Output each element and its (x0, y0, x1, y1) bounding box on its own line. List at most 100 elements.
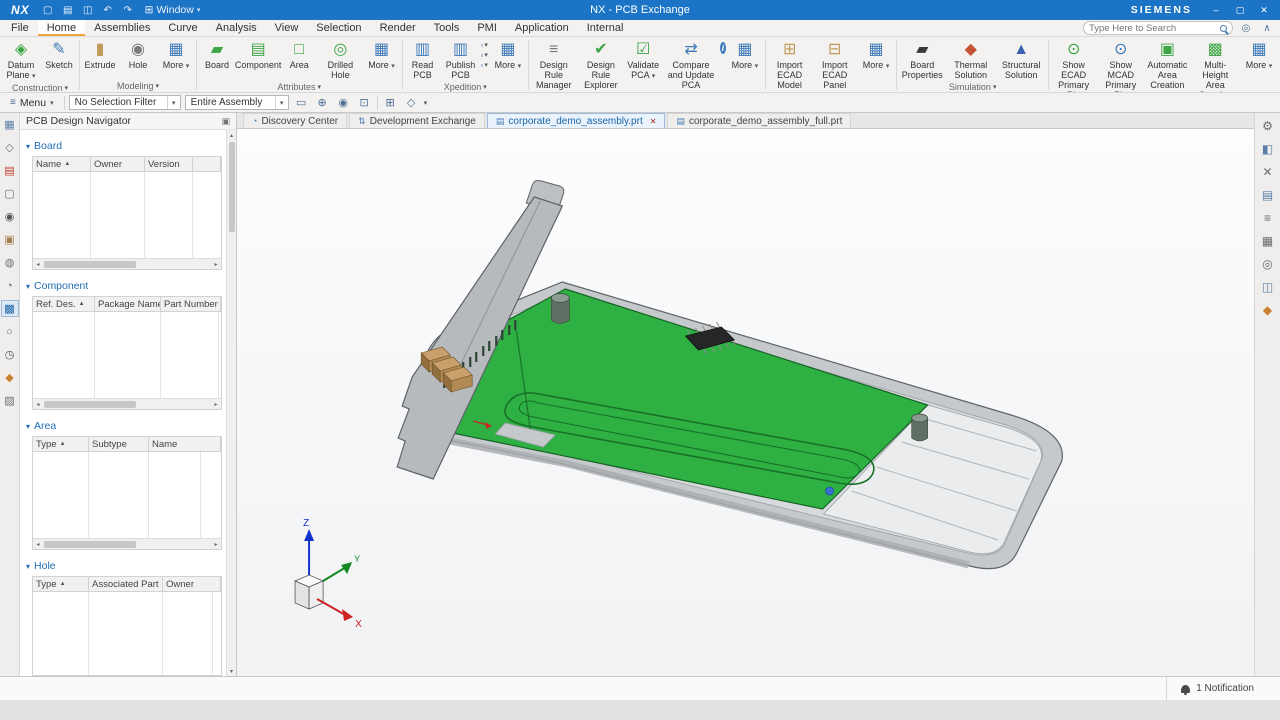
snap-center-icon[interactable]: ◉ (335, 95, 352, 111)
redo-icon[interactable]: ↷ (119, 2, 137, 18)
compare-update-pca-button[interactable]: ⇄ Compare and Update PCA (662, 38, 720, 91)
scroll-right-icon[interactable]: ▸ (211, 401, 221, 408)
design-rule-manager-button[interactable]: ≡ Design Rule Manager (530, 38, 578, 91)
read-pcb-button[interactable]: ▥ Read PCB (404, 38, 442, 81)
grid-icon[interactable]: ▦ (1259, 233, 1277, 249)
attributes-more-button[interactable]: ▦ More ▾ (363, 38, 401, 73)
tab-selection[interactable]: Selection (307, 20, 370, 36)
design-rule-explorer-button[interactable]: ✔ Design Rule Explorer (578, 38, 625, 91)
search-icon[interactable] (1220, 25, 1227, 32)
board-properties-button[interactable]: ▰ Board Properties (898, 38, 946, 81)
validate-pca-button[interactable]: ☑ Validate PCA ▾ (624, 38, 662, 83)
tab-view[interactable]: View (266, 20, 308, 36)
column-header[interactable]: Name▲ (33, 157, 91, 171)
component-section-header[interactable]: ▾ Component (20, 278, 226, 294)
column-header[interactable]: Owner (163, 577, 221, 591)
valor-more-button[interactable]: ▦ More ▾ (857, 38, 895, 73)
close-icon[interactable]: ✕ (1259, 164, 1277, 180)
tab-discovery-center[interactable]: ◔ Discovery Center (243, 113, 347, 128)
tab-corporate-demo-assembly-full[interactable]: ▤ corporate_demo_assembly_full.prt (667, 113, 851, 128)
select-rectangle-icon[interactable]: ▭ (293, 95, 310, 111)
tab-development-exchange[interactable]: ⇅ Development Exchange (349, 113, 485, 128)
scroll-right-icon[interactable]: ▸ (211, 541, 221, 548)
minimize-ribbon-icon[interactable]: ∧ (1259, 21, 1275, 35)
show-mcad-primary-pin-button[interactable]: ⊙ Show MCAD Primary Pin (1097, 38, 1144, 93)
target-icon[interactable]: ◎ (1259, 256, 1277, 272)
column-header[interactable]: Subtype (89, 437, 149, 451)
board-button[interactable]: ▰ Board (198, 38, 236, 71)
column-header[interactable]: Version (145, 157, 193, 171)
column-header[interactable]: Type▲ (33, 577, 89, 591)
scroll-left-icon[interactable]: ◂ (33, 401, 43, 408)
board-section-header[interactable]: ▾ Board (20, 138, 226, 154)
close-tab-icon[interactable]: ✕ (650, 117, 657, 126)
maximize-button[interactable]: ▢ (1228, 1, 1252, 19)
publish-pcb-button[interactable]: ▥ Publish PCB (442, 38, 480, 81)
paint-icon[interactable]: ◆ (1259, 302, 1277, 318)
ribbon-group-label-simulation[interactable]: Simulation▾ (898, 81, 1047, 92)
tab-corporate-demo-assembly[interactable]: ▤ corporate_demo_assembly.prt ✕ (487, 113, 666, 128)
selection-scope-dropdown[interactable]: Entire Assembly ▾ (185, 95, 289, 110)
roles-icon[interactable]: ◆ (2, 370, 18, 385)
sketch-button[interactable]: ✎ Sketch (40, 38, 78, 71)
window-menu-button[interactable]: ⊞ Window ▾ (139, 4, 207, 16)
scroll-left-icon[interactable]: ◂ (33, 261, 43, 268)
scrollbar-thumb[interactable] (44, 261, 136, 268)
tab-tools[interactable]: Tools (425, 20, 469, 36)
menu-button[interactable]: ≡ Menu ▾ (4, 95, 60, 111)
structural-solution-button[interactable]: ▲ Structural Solution (995, 38, 1047, 81)
tab-curve[interactable]: Curve (159, 20, 206, 36)
web-browser-icon[interactable]: ◍ (2, 255, 18, 270)
column-header[interactable]: Associated Part (89, 577, 163, 591)
column-header[interactable]: Owner (91, 157, 145, 171)
horizontal-scrollbar[interactable]: ◂ ▸ (33, 538, 221, 549)
process-studio-icon[interactable]: ○ (2, 324, 18, 339)
chevron-down-icon[interactable]: ▾ (424, 99, 428, 107)
tab-analysis[interactable]: Analysis (207, 20, 266, 36)
component-button[interactable]: ▤ Component (236, 38, 280, 71)
column-header[interactable]: Type▲ (33, 437, 89, 451)
scrollbar-thumb[interactable] (229, 142, 235, 232)
3d-model-canvas[interactable]: Z Y X (237, 129, 1254, 676)
scrollbar-thumb[interactable] (44, 401, 136, 408)
close-button[interactable]: ✕ (1252, 1, 1276, 19)
tab-internal[interactable]: Internal (578, 20, 633, 36)
history-icon[interactable]: ◔ (2, 278, 18, 293)
reuse-library-icon[interactable]: ▢ (2, 186, 18, 201)
datum-plane-button[interactable]: ◈ Datum Plane ▾ (2, 38, 40, 83)
snap-grid-icon[interactable]: ⊞ (382, 95, 399, 111)
selection-filter-dropdown[interactable]: No Selection Filter ▾ (69, 95, 181, 110)
box-icon[interactable]: ◫ (1259, 279, 1277, 295)
xpedition-mini-button-2[interactable]: ▫▾ (481, 51, 488, 60)
scroll-down-icon[interactable]: ▾ (230, 666, 233, 676)
column-header[interactable]: Package Name (95, 297, 161, 311)
hd3d-tools-icon[interactable]: ▣ (2, 232, 18, 247)
bell-icon[interactable]: ◉ (2, 209, 18, 224)
gear-icon[interactable]: ⚙ (1259, 118, 1277, 134)
part-navigator-icon[interactable]: ▤ (2, 163, 18, 178)
area-button[interactable]: □ Area (280, 38, 318, 71)
command-finder-icon[interactable]: ◎ (1238, 21, 1254, 35)
tools-more-button[interactable]: ▦ More ▾ (1240, 38, 1278, 73)
3d-viewport[interactable]: Z Y X (237, 129, 1254, 676)
xpedition-more-button[interactable]: ▦ More ▾ (489, 38, 527, 73)
pcb-design-navigator-icon[interactable]: ▩ (2, 301, 18, 316)
assembly-navigator-icon[interactable]: ▦ (2, 117, 18, 132)
automatic-area-creation-button[interactable]: ▣ Automatic Area Creation (1144, 38, 1190, 91)
undo-icon[interactable]: ↶ (99, 2, 117, 18)
tab-home[interactable]: Home (38, 20, 85, 36)
tab-application[interactable]: Application (506, 20, 578, 36)
system-visualization-icon[interactable]: ▨ (2, 393, 18, 408)
scroll-right-icon[interactable]: ▸ (211, 261, 221, 268)
scrollbar-thumb[interactable] (44, 541, 136, 548)
ribbon-group-label-attributes[interactable]: Attributes▾ (198, 81, 401, 92)
column-header[interactable]: Part Number (161, 297, 221, 311)
snap-midpoint-icon[interactable]: ⊡ (356, 95, 373, 111)
column-header[interactable]: Name (149, 437, 221, 451)
ribbon-group-label-construction[interactable]: Construction▾ (2, 83, 78, 93)
notification-button[interactable]: 1 Notification (1166, 677, 1268, 700)
tab-file[interactable]: File (2, 20, 38, 36)
cube-icon[interactable]: ◧ (1259, 141, 1277, 157)
panel-options-icon[interactable]: ▣ (221, 116, 230, 127)
layers-icon[interactable]: ▤ (1259, 187, 1277, 203)
